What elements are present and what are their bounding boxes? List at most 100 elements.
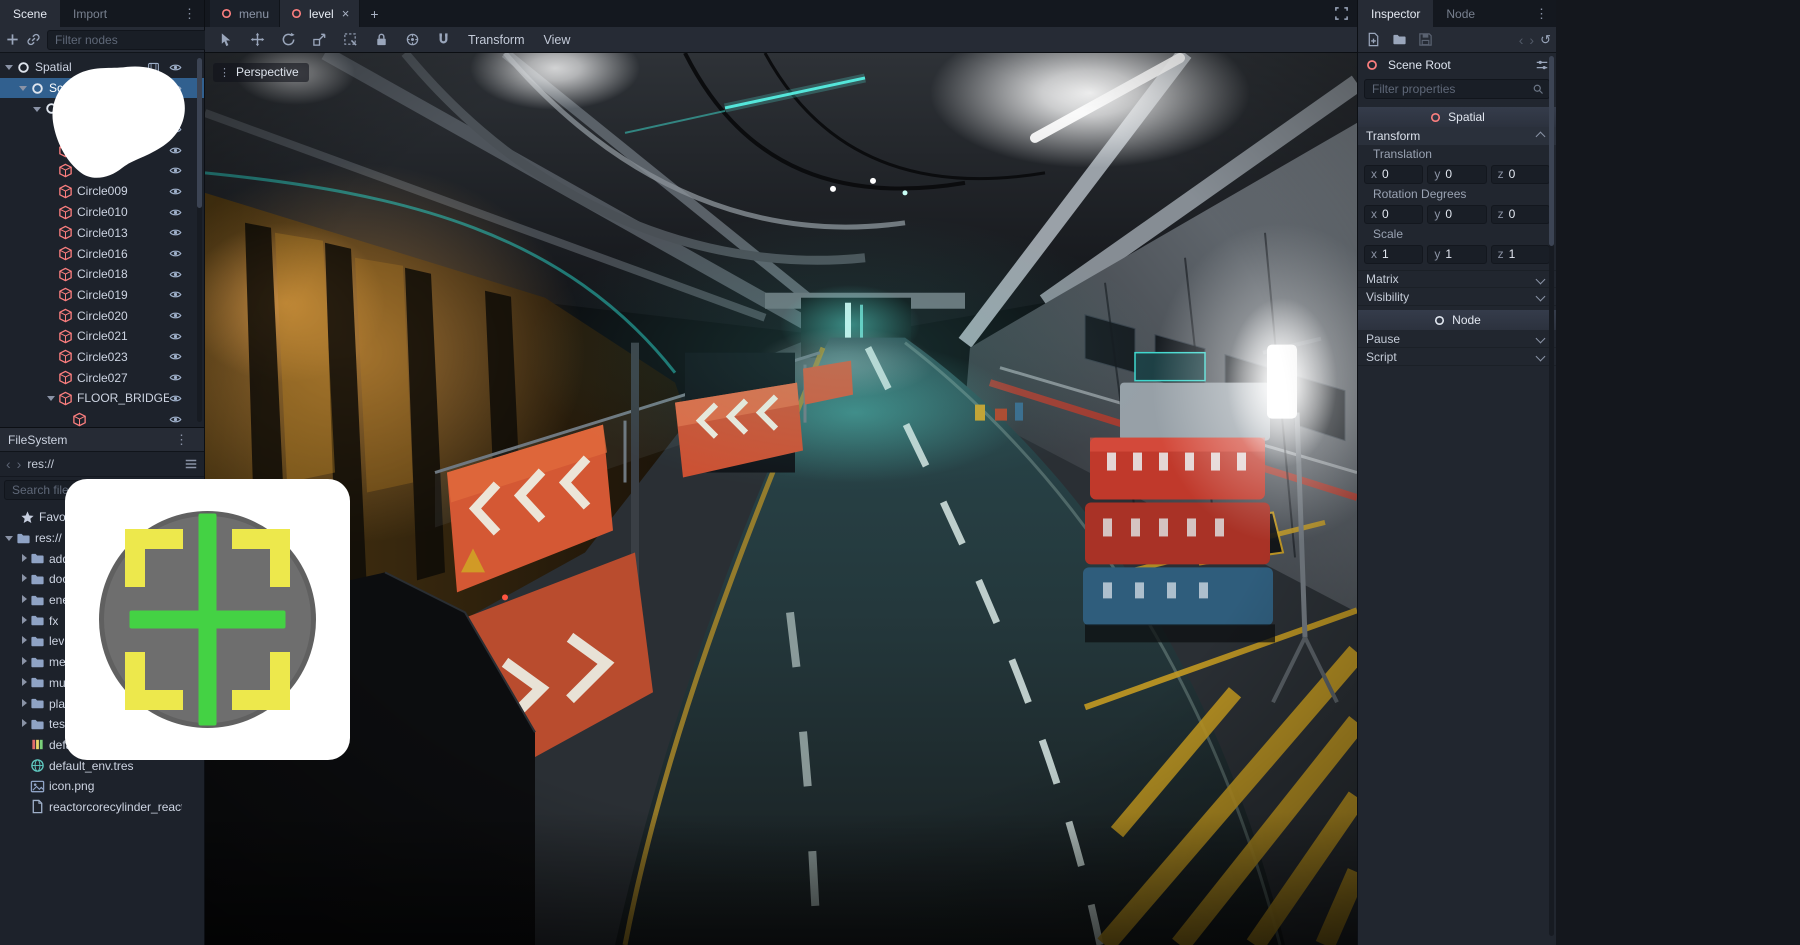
visibility-eye-icon[interactable] bbox=[169, 392, 182, 405]
collapse-arrow-icon[interactable] bbox=[4, 532, 16, 544]
view-menu[interactable]: View bbox=[540, 33, 575, 47]
tree-row[interactable]: Circle019 bbox=[0, 285, 204, 306]
tree-row[interactable]: Circle013 bbox=[0, 223, 204, 244]
expand-arrow-icon[interactable] bbox=[18, 677, 30, 689]
collapse-arrow-icon[interactable] bbox=[4, 61, 16, 73]
vertical-dots-icon[interactable]: ⋮ bbox=[1527, 6, 1556, 22]
save-resource-button[interactable] bbox=[1415, 30, 1435, 50]
list-mode-icon[interactable] bbox=[184, 457, 198, 471]
transform-menu[interactable]: Transform bbox=[464, 33, 529, 47]
expand-arrow-icon[interactable] bbox=[18, 656, 30, 668]
folder-icon bbox=[30, 593, 45, 608]
scene-root-row[interactable]: Scene Root bbox=[1358, 53, 1556, 77]
expand-arrow-icon[interactable] bbox=[18, 635, 30, 647]
collapse-arrow-icon[interactable] bbox=[32, 103, 44, 115]
expand-arrow-icon[interactable] bbox=[18, 698, 30, 710]
script-row[interactable]: Script bbox=[1358, 348, 1556, 366]
tree-row[interactable]: FLOOR_BRIDGE bbox=[0, 388, 204, 409]
mesh-node-icon bbox=[58, 184, 73, 199]
filesystem-path[interactable]: res:// bbox=[27, 457, 54, 471]
transform-group-header[interactable]: Transform bbox=[1358, 127, 1556, 145]
rotation-y-field[interactable]: y0 bbox=[1427, 205, 1486, 224]
tree-row[interactable]: Circle021 bbox=[0, 326, 204, 347]
expand-arrow-icon[interactable] bbox=[18, 615, 30, 627]
move-tool-button[interactable] bbox=[247, 30, 267, 50]
vertical-dots-icon[interactable]: ⋮ bbox=[175, 6, 204, 22]
group-button[interactable] bbox=[402, 30, 422, 50]
tree-row[interactable]: Circle009 bbox=[0, 181, 204, 202]
vertical-dots-icon[interactable]: ⋮ bbox=[167, 432, 196, 448]
history-icon[interactable]: ↺ bbox=[1540, 32, 1551, 48]
instance-scene-button[interactable] bbox=[26, 30, 41, 50]
node-tools-icon[interactable] bbox=[1535, 58, 1549, 72]
pause-row[interactable]: Pause bbox=[1358, 330, 1556, 348]
load-resource-button[interactable] bbox=[1389, 30, 1409, 50]
lock-button[interactable] bbox=[371, 30, 391, 50]
close-icon[interactable]: × bbox=[342, 6, 350, 21]
tab-inspector[interactable]: Inspector bbox=[1358, 0, 1433, 27]
expand-arrow-icon[interactable] bbox=[18, 594, 30, 606]
back-icon[interactable]: ‹ bbox=[1519, 32, 1524, 48]
fs-row-file[interactable]: icon.png bbox=[0, 776, 204, 797]
visibility-eye-icon[interactable] bbox=[169, 226, 182, 239]
visibility-eye-icon[interactable] bbox=[169, 288, 182, 301]
collapse-arrow-icon[interactable] bbox=[46, 392, 58, 404]
scene-tab-menu[interactable]: menu bbox=[210, 0, 280, 27]
tree-row[interactable]: Circle020 bbox=[0, 305, 204, 326]
tree-row[interactable]: Circle010 bbox=[0, 202, 204, 223]
distraction-free-icon[interactable] bbox=[1334, 6, 1349, 21]
tree-row[interactable]: Circle023 bbox=[0, 347, 204, 368]
snap-button[interactable] bbox=[433, 30, 453, 50]
add-node-button[interactable] bbox=[5, 30, 20, 50]
visibility-eye-icon[interactable] bbox=[169, 371, 182, 384]
visibility-eye-icon[interactable] bbox=[169, 330, 182, 343]
new-scene-tab-button[interactable]: + bbox=[360, 0, 388, 27]
visibility-eye-icon[interactable] bbox=[169, 206, 182, 219]
tree-row[interactable]: Circle016 bbox=[0, 243, 204, 264]
rotate-tool-button[interactable] bbox=[278, 30, 298, 50]
scene-tree-scrollbar[interactable] bbox=[197, 58, 202, 422]
scale-x-field[interactable]: x1 bbox=[1364, 245, 1423, 264]
visibility-row[interactable]: Visibility bbox=[1358, 288, 1556, 306]
box-select-button[interactable] bbox=[340, 30, 360, 50]
translation-z-field[interactable]: z0 bbox=[1491, 165, 1550, 184]
visibility-eye-icon[interactable] bbox=[169, 185, 182, 198]
viewport-3d[interactable]: ⋮ Perspective bbox=[205, 53, 1357, 945]
forward-icon[interactable]: › bbox=[1529, 32, 1534, 48]
right-dock-tabbar: Inspector Node ⋮ bbox=[1358, 0, 1556, 27]
scale-y-field[interactable]: y1 bbox=[1427, 245, 1486, 264]
visibility-eye-icon[interactable] bbox=[169, 350, 182, 363]
visibility-eye-icon[interactable] bbox=[169, 413, 182, 426]
visibility-eye-icon[interactable] bbox=[169, 309, 182, 322]
visibility-eye-icon[interactable] bbox=[169, 268, 182, 281]
tab-scene[interactable]: Scene bbox=[0, 0, 60, 27]
rotation-x-field[interactable]: x0 bbox=[1364, 205, 1423, 224]
history-forward-icon[interactable]: › bbox=[17, 457, 22, 471]
scale-z-field[interactable]: z1 bbox=[1491, 245, 1550, 264]
tab-node[interactable]: Node bbox=[1433, 0, 1488, 27]
filter-nodes-input[interactable] bbox=[53, 32, 212, 48]
history-back-icon[interactable]: ‹ bbox=[6, 457, 11, 471]
expand-arrow-icon[interactable] bbox=[18, 573, 30, 585]
tree-row[interactable] bbox=[0, 409, 204, 427]
scale-tool-button[interactable] bbox=[309, 30, 329, 50]
tree-row[interactable]: Circle018 bbox=[0, 264, 204, 285]
select-tool-button[interactable] bbox=[216, 30, 236, 50]
expand-arrow-icon[interactable] bbox=[18, 553, 30, 565]
perspective-button[interactable]: ⋮ Perspective bbox=[213, 63, 309, 82]
tab-import[interactable]: Import bbox=[60, 0, 120, 27]
translation-y-field[interactable]: y0 bbox=[1427, 165, 1486, 184]
scene-tab-level[interactable]: level × bbox=[280, 0, 360, 27]
collapse-arrow-icon[interactable] bbox=[18, 82, 30, 94]
rotation-z-field[interactable]: z0 bbox=[1491, 205, 1550, 224]
tree-row[interactable]: Circle027 bbox=[0, 367, 204, 388]
translation-x-field[interactable]: x0 bbox=[1364, 165, 1423, 184]
filter-properties-input[interactable] bbox=[1370, 81, 1528, 97]
matrix-row[interactable]: Matrix bbox=[1358, 270, 1556, 288]
expand-arrow-icon[interactable] bbox=[18, 718, 30, 730]
visibility-eye-icon[interactable] bbox=[169, 247, 182, 260]
inspector-scrollbar[interactable] bbox=[1549, 56, 1554, 936]
mesh-node-icon bbox=[58, 246, 73, 261]
fs-row-file[interactable]: reactorcorecylinder_react bbox=[0, 797, 204, 818]
new-resource-button[interactable] bbox=[1363, 30, 1383, 50]
